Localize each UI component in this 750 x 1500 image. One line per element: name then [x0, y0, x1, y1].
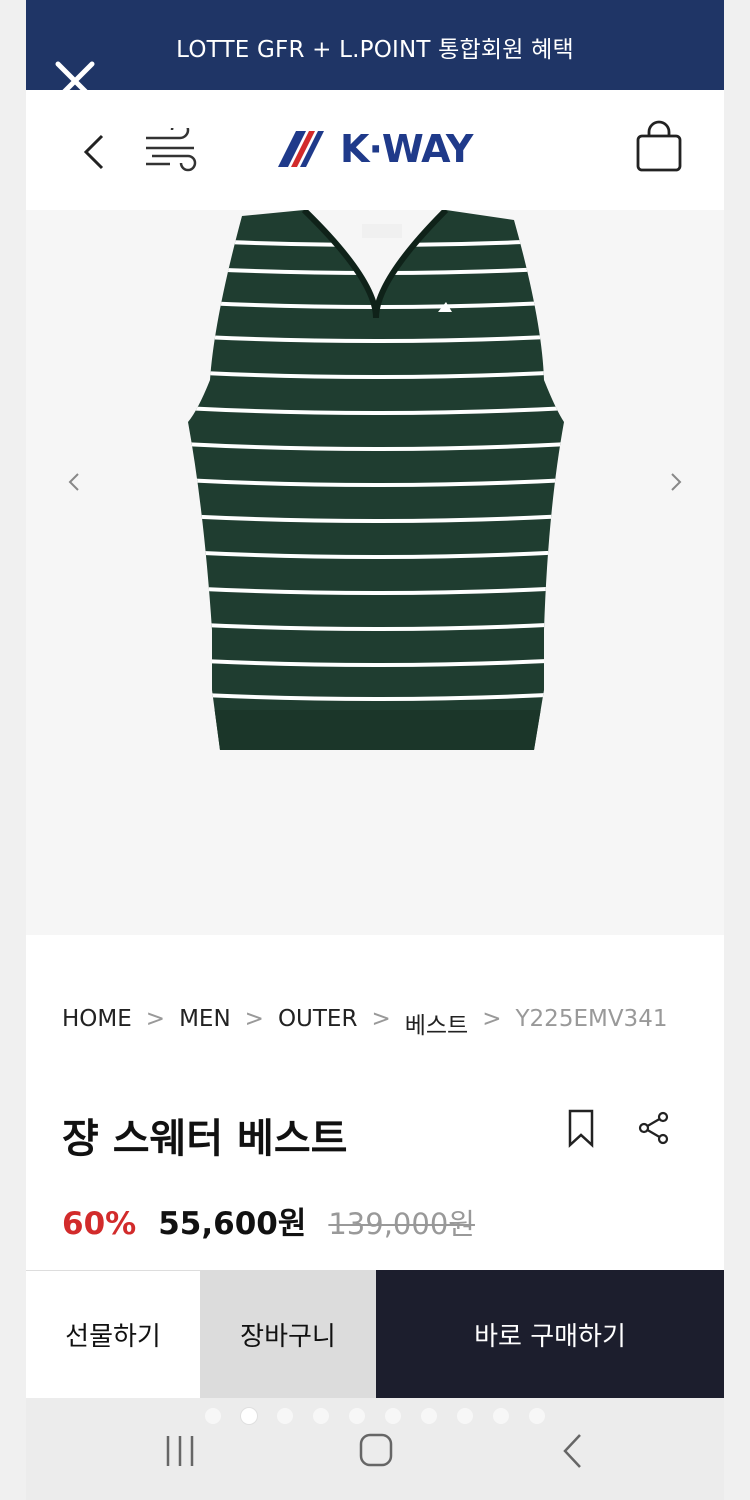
gallery-next-icon[interactable] [666, 470, 686, 494]
price-row: 60% 55,600원 139,000원 [62, 1198, 475, 1243]
page-dot [349, 1408, 365, 1424]
page-dot [205, 1408, 221, 1424]
discount-rate: 60% [62, 1206, 137, 1242]
breadcrumb: HOME > MEN > OUTER > 베스트 > Y225EMV341 [62, 1006, 681, 1040]
product-image [188, 210, 564, 750]
promo-banner-text: LOTTE GFR + L.POINT 통합회원 혜택 [176, 37, 574, 63]
brand-logo[interactable]: K·WAY [278, 127, 473, 171]
system-nav-bar [26, 1398, 724, 1500]
product-title: 쟝 스웨터 베스트 [62, 1116, 348, 1162]
page-indicator [26, 1408, 724, 1424]
buy-now-button[interactable]: 바로 구매하기 [376, 1270, 724, 1398]
breadcrumb-separator: > [145, 1006, 166, 1032]
shopping-bag-icon[interactable] [634, 120, 684, 174]
page-dot [421, 1408, 437, 1424]
kway-chevron-icon [278, 131, 324, 167]
original-price: 139,000원 [328, 1207, 475, 1241]
page-dot [529, 1408, 545, 1424]
breadcrumb-separator: > [371, 1006, 391, 1032]
home-icon[interactable] [358, 1432, 394, 1468]
wind-menu-icon[interactable] [142, 128, 202, 172]
recents-icon[interactable] [162, 1434, 198, 1468]
back-icon[interactable] [558, 1432, 588, 1470]
promo-banner[interactable]: LOTTE GFR + L.POINT 통합회원 혜택 [26, 0, 724, 90]
sale-price: 55,600원 [158, 1206, 307, 1242]
breadcrumb-vest[interactable]: 베스트 [405, 1006, 468, 1040]
page-dot [457, 1408, 473, 1424]
page-dot [493, 1408, 509, 1424]
product-gallery[interactable] [26, 210, 724, 935]
page-dot-active [241, 1408, 257, 1424]
page-dot [385, 1408, 401, 1424]
add-to-cart-button[interactable]: 장바구니 [200, 1270, 376, 1398]
bookmark-icon[interactable] [566, 1108, 596, 1148]
breadcrumb-home[interactable]: HOME [62, 1006, 132, 1040]
breadcrumb-separator: > [482, 1006, 502, 1032]
breadcrumb-separator: > [244, 1006, 264, 1032]
page-dot [277, 1408, 293, 1424]
breadcrumb-product-code: Y225EMV341 [515, 1006, 668, 1032]
chevron-left-icon[interactable] [80, 132, 108, 172]
breadcrumb-outer[interactable]: OUTER [278, 1006, 358, 1040]
brand-logo-text: K·WAY [340, 127, 473, 171]
gift-button[interactable]: 선물하기 [26, 1270, 200, 1398]
page-dot [313, 1408, 329, 1424]
breadcrumb-men[interactable]: MEN [179, 1006, 231, 1040]
share-icon[interactable] [636, 1110, 672, 1146]
purchase-action-bar: 선물하기 장바구니 바로 구매하기 [26, 1270, 724, 1398]
gallery-prev-icon[interactable] [64, 470, 84, 494]
